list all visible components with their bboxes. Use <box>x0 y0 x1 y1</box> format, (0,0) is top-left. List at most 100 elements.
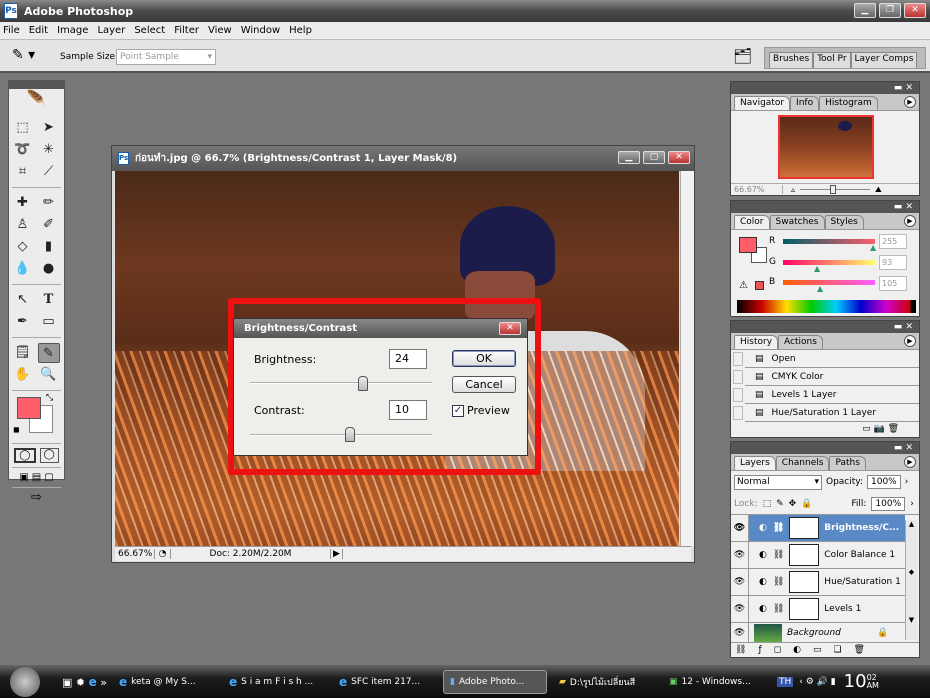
taskbar-task[interactable]: eS i a m F i s h ... <box>223 670 327 694</box>
visibility-eye-icon[interactable]: 👁 <box>731 515 749 541</box>
blue-slider[interactable] <box>783 280 875 285</box>
brightness-slider-track[interactable] <box>250 382 432 384</box>
blue-slider-thumb[interactable]: ▲ <box>817 284 823 293</box>
layer-row[interactable]: 👁 ◐ ⛓ Levels 1 <box>731 596 905 623</box>
document-title-bar[interactable]: Ps ก่อนทำ.jpg @ 66.7% (Brightness/Contra… <box>112 146 694 171</box>
screen-mode-full-icon[interactable]: ▢ <box>44 472 53 483</box>
well-tab-tool-presets[interactable]: Tool Pr <box>813 52 851 68</box>
history-brush-tool-icon[interactable]: ✐ <box>38 215 60 235</box>
sample-size-select[interactable]: Point Sample ▾ <box>116 49 216 65</box>
brush-tool-icon[interactable]: ✏ <box>38 193 60 213</box>
shape-tool-icon[interactable]: ▭ <box>38 312 60 332</box>
swap-colors-icon[interactable]: ⤡ <box>46 393 53 403</box>
screen-mode-standard-icon[interactable]: ▣ <box>19 472 28 483</box>
restore-button[interactable]: ❐ <box>879 3 901 18</box>
tab-channels[interactable]: Channels <box>775 456 830 470</box>
screen-mode-full-menu-icon[interactable]: ▤ <box>32 472 41 483</box>
lasso-tool-icon[interactable]: ➰ <box>12 140 34 160</box>
taskbar-task[interactable]: ▰ D:\รูปไม้เปลี่ยนสี <box>553 670 657 694</box>
hand-tool-icon[interactable]: ✋ <box>12 365 34 385</box>
standard-mode-icon[interactable]: ◯ <box>14 448 36 463</box>
menu-edit[interactable]: Edit <box>29 25 48 36</box>
minimize-button[interactable]: ▁ <box>854 3 876 18</box>
new-snapshot-icon[interactable]: 📷 <box>873 424 884 434</box>
status-info-icon[interactable]: ◔ <box>155 549 171 559</box>
panel-menu-icon[interactable]: ▶ <box>904 215 916 227</box>
tab-styles[interactable]: Styles <box>824 215 864 229</box>
color-foreground-swatch[interactable] <box>739 237 757 253</box>
opacity-arrow-icon[interactable]: › <box>905 477 909 487</box>
panel-close-icon[interactable]: ✕ <box>905 202 913 212</box>
contrast-input[interactable]: 10 <box>389 400 427 420</box>
taskbar-task[interactable]: e keta @ My S... <box>113 670 217 694</box>
tab-history[interactable]: History <box>734 335 779 349</box>
green-slider-thumb[interactable]: ▲ <box>814 264 820 273</box>
doc-close-button[interactable]: ✕ <box>668 151 690 164</box>
tab-actions[interactable]: Actions <box>778 335 823 349</box>
navigator-zoom-slider[interactable] <box>800 185 871 194</box>
menu-file[interactable]: File <box>3 25 20 36</box>
zoom-in-icon[interactable]: ⛰ <box>875 185 882 195</box>
layer-row[interactable]: 👁 ◐ ⛓ Brightness/C... <box>731 515 905 542</box>
fill-input[interactable]: 100% <box>871 496 906 511</box>
status-menu-arrow-icon[interactable]: ▶ <box>331 549 343 559</box>
new-adjustment-layer-icon[interactable]: ◐ <box>793 645 801 655</box>
green-slider[interactable] <box>783 260 875 265</box>
menu-view[interactable]: View <box>208 25 232 36</box>
dialog-title-bar[interactable]: Brightness/Contrast ✕ <box>234 319 527 338</box>
red-slider[interactable] <box>783 239 875 244</box>
path-selection-tool-icon[interactable]: ↖ <box>12 290 34 310</box>
slice-tool-icon[interactable]: ⟋ <box>38 162 60 182</box>
gradient-tool-icon[interactable]: ▮ <box>38 237 60 257</box>
link-layers-icon[interactable]: ⛓ <box>735 645 746 655</box>
visibility-eye-icon[interactable]: 👁 <box>731 596 749 622</box>
eyedropper-tool-preset-icon[interactable]: ✎ ▾ <box>12 47 35 63</box>
red-slider-thumb[interactable]: ▲ <box>870 243 876 252</box>
preview-checkbox[interactable]: ✓ <box>452 404 464 417</box>
doc-minimize-button[interactable]: ▁ <box>618 151 640 164</box>
lock-position-icon[interactable]: ✥ <box>789 499 797 509</box>
menu-help[interactable]: Help <box>289 25 312 36</box>
panel-menu-icon[interactable]: ▶ <box>904 456 916 468</box>
panel-close-icon[interactable]: ✕ <box>905 83 913 93</box>
layer-row[interactable]: 👁 ◐ ⛓ Hue/Saturation 1 <box>731 569 905 596</box>
close-button[interactable]: ✕ <box>904 3 926 18</box>
cancel-button[interactable]: Cancel <box>452 376 516 393</box>
feather-logo-icon[interactable]: 🪶 <box>9 89 64 115</box>
layer-row[interactable]: 👁 ◐ ⛓ Color Balance 1 <box>731 542 905 569</box>
eraser-tool-icon[interactable]: ◇ <box>12 237 34 257</box>
menu-image[interactable]: Image <box>57 25 88 36</box>
new-group-icon[interactable]: ▭ <box>813 645 822 655</box>
language-indicator[interactable]: TH <box>776 676 794 687</box>
tab-paths[interactable]: Paths <box>829 456 866 470</box>
foreground-color-swatch[interactable] <box>17 397 41 419</box>
layers-scrollbar[interactable]: ▲ ◆ ▼ <box>905 520 917 640</box>
panel-close-icon[interactable]: ✕ <box>905 322 913 332</box>
out-of-gamut-warning-icon[interactable]: ⚠ <box>739 280 748 291</box>
menu-select[interactable]: Select <box>134 25 165 36</box>
blur-tool-icon[interactable]: 💧 <box>12 259 34 279</box>
tray-icons[interactable]: ‹ ⚙ 🔊 ▮ <box>799 677 835 687</box>
panel-minimize-icon[interactable]: ▬ <box>894 443 903 453</box>
eyedropper-tool-icon[interactable]: ✎ <box>37 343 60 363</box>
visibility-eye-icon[interactable]: 👁 <box>731 542 749 568</box>
opacity-input[interactable]: 100% <box>867 475 901 489</box>
healing-brush-tool-icon[interactable]: ✚ <box>12 193 34 213</box>
jump-to-imageready-icon[interactable]: ⇨ <box>9 490 64 505</box>
taskbar-task[interactable]: e SFC item 217... <box>333 670 437 694</box>
well-tab-brushes[interactable]: Brushes <box>769 52 814 68</box>
quick-launch-icons[interactable]: ▣ ✹ e » <box>62 675 107 689</box>
fill-arrow-icon[interactable]: › <box>910 499 914 509</box>
tab-color[interactable]: Color <box>734 215 770 229</box>
doc-maximize-button[interactable]: ▢ <box>643 151 665 164</box>
file-browser-icon[interactable]: 🗂 <box>733 47 752 65</box>
document-zoom[interactable]: 66.67% <box>115 549 155 559</box>
red-value[interactable]: 255 <box>879 234 907 249</box>
well-tab-layer-comps[interactable]: Layer Comps <box>850 52 918 68</box>
magic-wand-tool-icon[interactable]: ✳ <box>38 140 60 160</box>
type-tool-icon[interactable]: T <box>38 290 60 310</box>
tab-histogram[interactable]: Histogram <box>819 96 878 110</box>
brightness-slider-thumb[interactable] <box>357 376 368 391</box>
menu-window[interactable]: Window <box>241 25 280 36</box>
clone-stamp-tool-icon[interactable]: ♙ <box>12 215 34 235</box>
